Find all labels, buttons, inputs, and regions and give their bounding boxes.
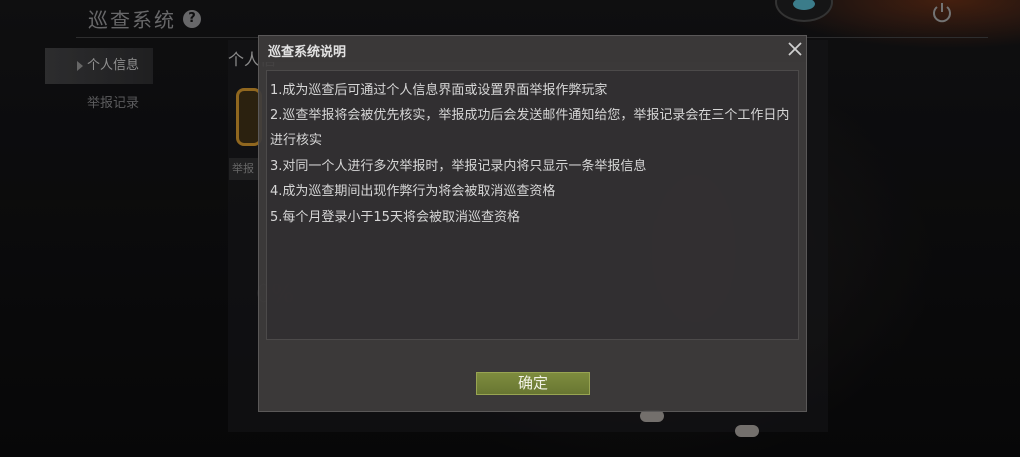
rule-text: 4.成为巡查期间出现作弊行为将会被取消巡查资格 <box>270 184 556 199</box>
rule-text: 2.巡查举报将会被优先核实，举报成功后会发送邮件通知给您，举报记录会在三个工作日… <box>270 108 790 123</box>
info-dialog: 巡查系统说明 1.成为巡查后可通过个人信息界面或设置界面举报作弊玩家 2.巡查举… <box>258 35 807 412</box>
confirm-button[interactable]: 确定 <box>476 372 590 395</box>
dialog-title: 巡查系统说明 <box>268 45 347 60</box>
rule-text: 进行核实 <box>270 133 323 148</box>
rule-text: 3.对同一个人进行多次举报时，举报记录内将只显示一条举报信息 <box>270 159 647 174</box>
close-icon[interactable] <box>787 41 803 57</box>
rule-text: 5.每个月登录小于15天将会被取消巡查资格 <box>270 210 520 225</box>
rule-text: 1.成为巡查后可通过个人信息界面或设置界面举报作弊玩家 <box>270 83 608 98</box>
dialog-body: 1.成为巡查后可通过个人信息界面或设置界面举报作弊玩家 2.巡查举报将会被优先核… <box>266 70 799 340</box>
dialog-header: 巡查系统说明 <box>259 36 806 62</box>
